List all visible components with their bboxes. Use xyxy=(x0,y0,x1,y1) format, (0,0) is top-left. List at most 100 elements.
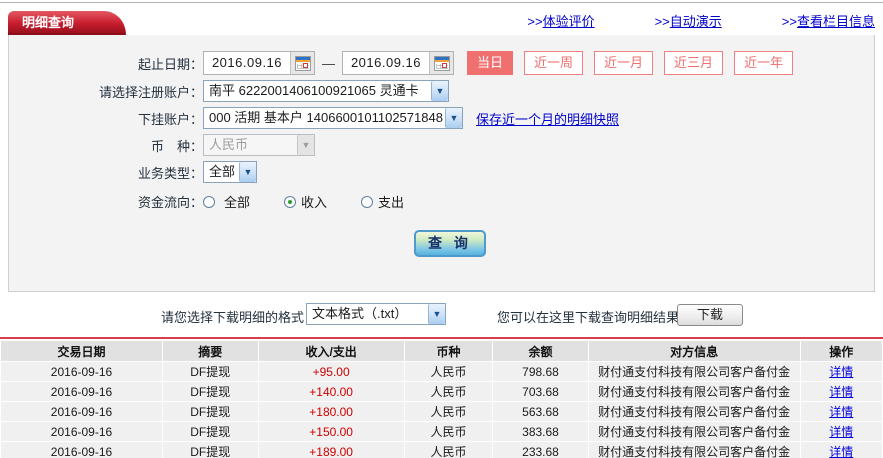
detail-link[interactable]: 详情 xyxy=(829,405,853,419)
download-hint: 您可以在这里下载查询明细结果 xyxy=(497,310,680,325)
start-date-value: 2016.09.16 xyxy=(211,55,283,70)
start-date-input[interactable]: 2016.09.16 xyxy=(203,51,315,75)
business-type-label: 业务类型： xyxy=(137,165,203,181)
col-header-balance: 余额 xyxy=(493,341,588,361)
download-row: 请您选择下载明细的格式 文本格式（.txt） ▼ 您可以在这里下载查询明细结果 … xyxy=(0,303,883,327)
cell-currency: 人民币 xyxy=(404,422,493,441)
radio-icon xyxy=(203,195,215,208)
download-format-select[interactable]: 文本格式（.txt） ▼ xyxy=(306,303,446,325)
detail-link[interactable]: 详情 xyxy=(829,365,853,379)
query-form-panel: 起止日期： 2016.09.16 — 2016.09.16 当日 近一周 近一月… xyxy=(8,35,875,292)
quick-range-year-button[interactable]: 近一年 xyxy=(734,51,794,75)
date-range-row: 起止日期： 2016.09.16 — 2016.09.16 当日 近一周 近一月… xyxy=(9,51,874,75)
quick-range-today-button[interactable]: 当日 xyxy=(467,51,514,75)
cell-counterparty: 财付通支付科技有限公司客户备付金 xyxy=(588,362,800,381)
cell-counterparty: 财付通支付科技有限公司客户备付金 xyxy=(588,442,800,458)
calendar-icon xyxy=(433,55,450,71)
download-format-label: 请您选择下载明细的格式 xyxy=(161,310,305,325)
cell-amount: +150.00 xyxy=(258,422,404,441)
cell-summary: DF提现 xyxy=(163,422,258,441)
cell-balance: 563.68 xyxy=(493,402,588,421)
cell-currency: 人民币 xyxy=(404,442,493,458)
business-type-select[interactable]: 全部 ▼ xyxy=(203,161,257,183)
query-button[interactable]: 查 询 xyxy=(414,230,486,257)
chevron-down-icon: ▼ xyxy=(431,81,448,101)
quick-range-3months-button[interactable]: 近三月 xyxy=(664,51,724,75)
cell-date: 2016-09-16 xyxy=(1,402,162,421)
cell-summary: DF提现 xyxy=(163,382,258,401)
table-row: 2016-09-16 DF提现 +95.00 人民币 798.68 财付通支付科… xyxy=(1,362,882,381)
currency-label: 币 种： xyxy=(150,138,203,154)
chevron-down-icon: ▼ xyxy=(428,304,445,324)
end-date-input[interactable]: 2016.09.16 xyxy=(342,51,454,75)
sub-account-row: 下挂账户： 000 活期 基本户 1406600101102571848 ▼ 保… xyxy=(9,107,874,129)
flow-radio-income[interactable]: 收入 xyxy=(284,192,327,211)
quick-range-month-button[interactable]: 近一月 xyxy=(594,51,654,75)
download-button[interactable]: 下载 xyxy=(677,304,743,326)
business-type-value: 全部 xyxy=(209,164,236,179)
sub-account-select[interactable]: 000 活期 基本户 1406600101102571848 ▼ xyxy=(203,107,463,129)
cell-balance: 703.68 xyxy=(493,382,588,401)
table-header-row: 交易日期 摘要 收入/支出 币种 余额 对方信息 操作 xyxy=(1,341,882,361)
sub-account-label: 下挂账户： xyxy=(137,111,203,127)
link-prefix: >> xyxy=(654,14,670,29)
calendar-icon xyxy=(294,55,311,71)
sub-account-value: 000 活期 基本户 1406600101102571848 xyxy=(209,110,443,125)
quick-range-week-button[interactable]: 近一周 xyxy=(524,51,584,75)
page-header: 明细查询 >>体验评价 >>自动演示 >>查看栏目信息 xyxy=(0,3,883,35)
register-account-row: 请选择注册账户： 南平 6222001406100921065 灵通卡 ▼ xyxy=(9,80,874,102)
cell-date: 2016-09-16 xyxy=(1,382,162,401)
radio-label: 全部 xyxy=(224,195,251,210)
header-links: >>体验评价 >>自动演示 >>查看栏目信息 xyxy=(527,11,875,30)
detail-link[interactable]: 详情 xyxy=(829,425,853,439)
link-view-column-info[interactable]: >>查看栏目信息 xyxy=(782,11,875,30)
transactions-table: 交易日期 摘要 收入/支出 币种 余额 对方信息 操作 2016-09-16 D… xyxy=(0,340,883,458)
download-format-value: 文本格式（.txt） xyxy=(312,306,408,321)
detail-link[interactable]: 详情 xyxy=(829,445,853,458)
link-label: 查看栏目信息 xyxy=(796,14,875,29)
flow-radio-all[interactable]: 全部 xyxy=(203,192,250,211)
register-account-select[interactable]: 南平 6222001406100921065 灵通卡 ▼ xyxy=(203,80,449,102)
link-prefix: >> xyxy=(781,14,797,29)
date-range-label: 起止日期： xyxy=(137,56,203,72)
detail-link[interactable]: 详情 xyxy=(829,385,853,399)
start-date-calendar-icon[interactable] xyxy=(290,52,314,74)
radio-icon xyxy=(361,195,374,208)
register-account-label: 请选择注册账户： xyxy=(98,84,203,100)
quick-range-buttons: 当日 近一周 近一月 近三月 近一年 xyxy=(467,51,794,75)
table-row: 2016-09-16 DF提现 +150.00 人民币 383.68 财付通支付… xyxy=(1,422,882,441)
currency-select: 人民币 ▼ xyxy=(203,134,315,156)
end-date-calendar-icon[interactable] xyxy=(429,52,453,74)
table-row: 2016-09-16 DF提现 +189.00 人民币 233.68 财付通支付… xyxy=(1,442,882,458)
cell-amount: +140.00 xyxy=(258,382,404,401)
col-header-currency: 币种 xyxy=(404,341,493,361)
col-header-counterparty: 对方信息 xyxy=(588,341,800,361)
link-auto-demo[interactable]: >>自动演示 xyxy=(655,11,722,30)
save-snapshot-link[interactable]: 保存近一个月的明细快照 xyxy=(476,109,619,128)
business-type-row: 业务类型： 全部 ▼ xyxy=(9,161,874,183)
flow-radio-expense[interactable]: 支出 xyxy=(361,192,404,211)
link-label: 自动演示 xyxy=(669,14,722,29)
fund-flow-row: 资金流向： 全部 收入 支出 xyxy=(9,192,874,211)
end-date-value: 2016.09.16 xyxy=(350,55,422,70)
cell-currency: 人民币 xyxy=(404,362,493,381)
col-header-amount: 收入/支出 xyxy=(258,341,404,361)
cell-balance: 233.68 xyxy=(493,442,588,458)
fund-flow-label: 资金流向： xyxy=(137,195,203,210)
cell-date: 2016-09-16 xyxy=(1,362,162,381)
cell-summary: DF提现 xyxy=(163,402,258,421)
chevron-down-icon: ▼ xyxy=(239,162,256,182)
cell-date: 2016-09-16 xyxy=(1,422,162,441)
table-row: 2016-09-16 DF提现 +180.00 人民币 563.68 财付通支付… xyxy=(1,402,882,421)
col-header-summary: 摘要 xyxy=(163,341,258,361)
cell-counterparty: 财付通支付科技有限公司客户备付金 xyxy=(588,382,800,401)
cell-currency: 人民币 xyxy=(404,382,493,401)
table-row: 2016-09-16 DF提现 +140.00 人民币 703.68 财付通支付… xyxy=(1,382,882,401)
link-experience-rating[interactable]: >>体验评价 xyxy=(527,11,594,30)
cell-amount: +180.00 xyxy=(258,402,404,421)
page-title-tab: 明细查询 xyxy=(8,11,126,35)
chevron-down-icon: ▼ xyxy=(445,108,462,128)
cell-summary: DF提现 xyxy=(163,362,258,381)
radio-label: 支出 xyxy=(378,195,405,210)
radio-label: 收入 xyxy=(301,195,328,210)
